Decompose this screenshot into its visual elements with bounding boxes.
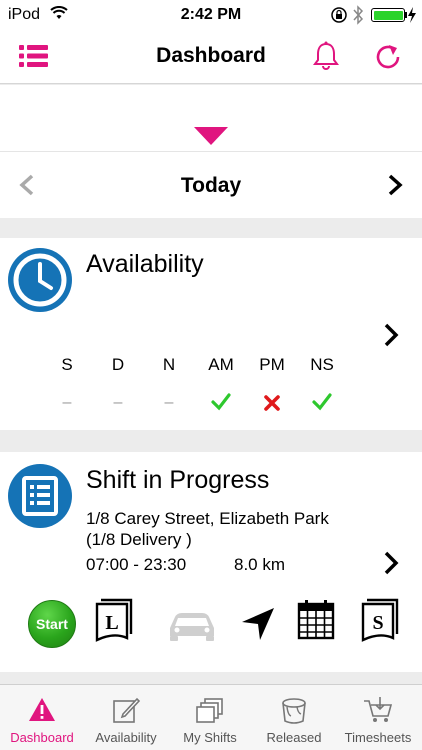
date-navigator: Today xyxy=(0,85,422,218)
car-icon[interactable] xyxy=(166,608,218,647)
tab-timesheets[interactable]: Timesheets xyxy=(336,685,420,750)
svg-text:L: L xyxy=(105,612,118,634)
document-s-icon[interactable]: S xyxy=(360,598,400,649)
cross-icon xyxy=(252,394,292,414)
notifications-button[interactable] xyxy=(310,40,342,72)
edit-icon xyxy=(111,695,141,725)
calendar-icon[interactable] xyxy=(296,598,336,647)
tab-label: Released xyxy=(266,730,322,745)
tab-label: Availability xyxy=(95,730,157,745)
shift-distance: 8.0 km xyxy=(234,555,286,574)
next-day-button[interactable] xyxy=(384,173,406,202)
bluetooth-icon xyxy=(352,5,364,30)
availability-col-label: S xyxy=(61,355,73,374)
tab-label: Dashboard xyxy=(10,730,74,745)
date-label: Today xyxy=(180,174,242,197)
refresh-icon xyxy=(376,45,400,69)
availability-title: Availability xyxy=(86,250,204,278)
cart-icon xyxy=(363,695,393,725)
shift-title: Shift in Progress xyxy=(86,466,270,494)
copy-icon xyxy=(195,695,225,725)
tab-label: Timesheets xyxy=(344,730,412,745)
bell-icon xyxy=(313,41,339,70)
tab-label: My Shifts xyxy=(183,730,237,745)
warning-icon xyxy=(27,695,57,725)
navigation-arrow-icon[interactable] xyxy=(240,606,276,647)
tab-my-shifts[interactable]: My Shifts xyxy=(168,685,252,750)
shift-time-range: 07:00 - 23:30 xyxy=(86,555,187,574)
page-title: Dashboard xyxy=(156,44,266,67)
shift-address-line: 1/8 Carey Street, Elizabeth Park xyxy=(86,509,329,528)
charging-icon xyxy=(407,6,417,29)
shift-actions: Start L S xyxy=(0,596,422,652)
availability-col-label: D xyxy=(111,355,125,374)
refresh-button[interactable] xyxy=(372,40,406,74)
tab-availability[interactable]: Availability xyxy=(84,685,168,750)
rotation-lock-icon xyxy=(330,6,348,29)
clock-icon xyxy=(8,248,72,312)
list-document-icon xyxy=(8,464,72,528)
availability-chevron-icon[interactable] xyxy=(380,322,402,353)
shift-chevron-icon[interactable] xyxy=(380,550,402,581)
tab-released[interactable]: Released xyxy=(252,685,336,750)
divider xyxy=(0,151,422,152)
check-icon xyxy=(201,392,241,412)
svg-text:S: S xyxy=(372,612,383,634)
document-l-icon[interactable]: L xyxy=(94,598,134,649)
availability-none-mark: – xyxy=(164,394,174,411)
battery-icon xyxy=(371,8,405,22)
tab-bar: Dashboard Availability My Shifts Release… xyxy=(0,684,422,750)
availability-col-label: AM xyxy=(208,355,234,374)
availability-none-mark: – xyxy=(62,394,72,411)
nav-bar: Dashboard xyxy=(0,30,422,84)
shift-address: 1/8 Carey Street, Elizabeth Park (1/8 De… xyxy=(86,508,329,550)
status-bar: iPod 2:42 PM xyxy=(0,0,422,30)
tab-dashboard[interactable]: Dashboard xyxy=(0,685,84,750)
availability-col-label: PM xyxy=(259,355,285,374)
chevron-right-icon xyxy=(388,174,403,196)
check-icon xyxy=(302,392,342,412)
availability-col-label: N xyxy=(162,355,176,374)
shift-address-line: (1/8 Delivery ) xyxy=(86,530,192,549)
availability-card[interactable]: Availability S D N AM PM NS – – – xyxy=(0,238,422,430)
shift-card[interactable]: Shift in Progress 1/8 Carey Street, Eliz… xyxy=(0,452,422,672)
bucket-icon xyxy=(279,695,309,725)
availability-col-label: NS xyxy=(310,355,334,374)
availability-none-mark: – xyxy=(113,394,123,411)
expand-caret-icon[interactable] xyxy=(194,127,228,150)
start-shift-button[interactable]: Start xyxy=(28,600,76,648)
